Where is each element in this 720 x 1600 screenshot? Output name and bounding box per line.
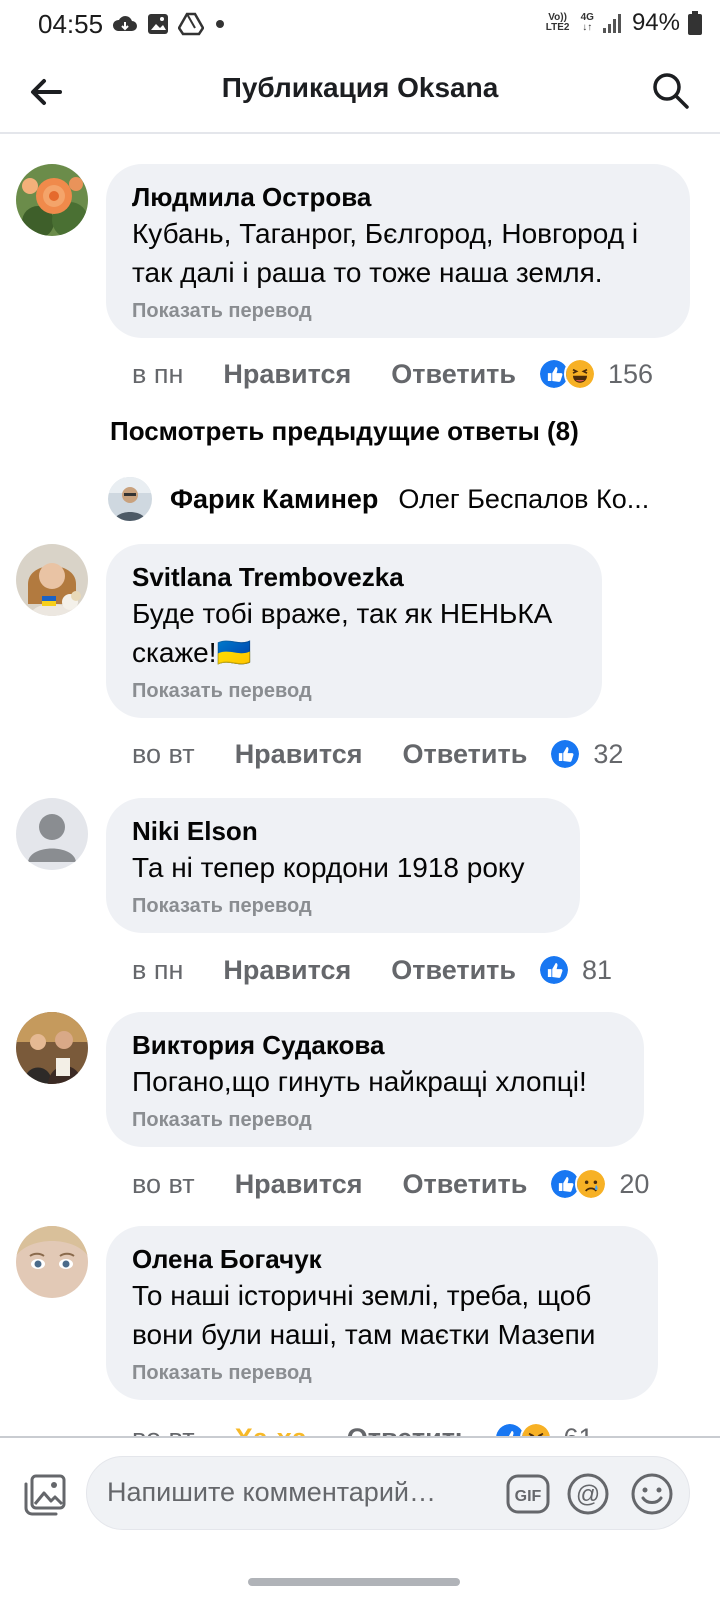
show-translation-link[interactable]: Показать перевод — [132, 678, 576, 704]
notification-icons — [112, 12, 228, 36]
comment-actions: в пн Нравится Ответить 156 — [132, 354, 653, 394]
avatar[interactable] — [108, 477, 152, 521]
cloud-icon — [112, 16, 137, 31]
volte-label: Vo)) LTE2 — [545, 12, 570, 33]
comment-text: Погано,що гинуть найкращі хлопці! — [132, 1066, 587, 1097]
avatar[interactable] — [16, 1012, 88, 1084]
comment-input-placeholder: Напишите комментарий… — [107, 1477, 436, 1507]
comment-time: во вт — [132, 1423, 195, 1437]
status-right: Vo)) LTE2 4G ↓↑ 94% — [543, 9, 702, 37]
drive-icon — [178, 12, 204, 36]
reactions-summary[interactable] — [538, 358, 597, 390]
gif-icon: GIF — [506, 1474, 550, 1514]
network-indicator: 4G ↓↑ — [581, 13, 594, 33]
reactions-summary[interactable] — [493, 1422, 552, 1436]
comment-actions: во вт Нравится Ответить 32 — [132, 734, 623, 774]
battery-icon — [688, 11, 702, 35]
reaction-count[interactable]: 32 — [593, 739, 623, 770]
data-arrows-icon: ↓↑ — [582, 22, 593, 33]
reaction-count[interactable]: 61 — [564, 1423, 594, 1437]
comment-input[interactable]: Напишите комментарий… GIF @ — [86, 1456, 690, 1530]
show-translation-link[interactable]: Показать перевод — [132, 298, 664, 324]
gif-label: GIF — [515, 1488, 542, 1505]
like-reaction-icon — [538, 954, 571, 986]
comment-bubble[interactable]: Людмила Острова Кубань, Таганрог, Бєлгор… — [106, 164, 690, 338]
comment-text: То наші історичні землі, треба, щоб вони… — [132, 1280, 596, 1350]
show-translation-link[interactable]: Показать перевод — [132, 1107, 618, 1133]
search-button[interactable] — [648, 68, 692, 112]
reply-button[interactable]: Ответить — [403, 1169, 528, 1200]
gif-button[interactable]: GIF — [505, 1471, 551, 1517]
status-bar: 04:55 Vo)) LTE2 4G ↓↑ 94% — [0, 0, 720, 50]
comment-time: в пн — [132, 954, 184, 985]
partial-reaction-icon — [110, 136, 150, 142]
battery-percent: 94% — [631, 9, 680, 36]
avatar[interactable] — [16, 1226, 88, 1298]
reply-button[interactable]: Ответить — [391, 955, 516, 986]
comments-feed[interactable]: Людмила Острова Кубань, Таганрог, Бєлгор… — [0, 136, 720, 1436]
comment-author[interactable]: Svitlana Trembovezka — [132, 560, 576, 594]
sad-reaction-icon — [575, 1168, 608, 1200]
like-button[interactable]: Нравится — [235, 739, 363, 770]
reply-preview[interactable]: Фарик Каминер Олег Беспалов Ко... — [108, 476, 708, 522]
at-label: @ — [576, 1481, 600, 1508]
comment-actions: во вт Ха-ха Ответить 61 — [132, 1418, 594, 1436]
add-photo-button[interactable] — [22, 1468, 72, 1518]
comment-time: в пн — [132, 358, 184, 389]
haha-button[interactable]: Ха-ха — [235, 1423, 307, 1437]
reply-button[interactable]: Ответить — [391, 359, 516, 390]
comment-author[interactable]: Niki Elson — [132, 814, 554, 848]
comment-text: Буде тобі враже, так як НЕНЬКА скаже!🇺🇦 — [132, 598, 553, 668]
top-app-bar: Публикация Oksana — [0, 50, 720, 134]
comment-bubble[interactable]: Svitlana Trembovezka Буде тобі враже, та… — [106, 544, 602, 718]
mention-button[interactable]: @ — [565, 1471, 611, 1517]
comment-composer: Напишите комментарий… GIF @ — [0, 1436, 720, 1546]
comment-time: во вт — [132, 1168, 195, 1199]
comment-bubble[interactable]: Виктория Судакова Погано,що гинуть найкр… — [106, 1012, 644, 1147]
reaction-count[interactable]: 156 — [608, 359, 653, 390]
view-previous-replies-link[interactable]: Посмотреть предыдущие ответы (8) — [110, 416, 579, 447]
show-translation-link[interactable]: Показать перевод — [132, 1360, 632, 1386]
home-indicator[interactable] — [248, 1578, 460, 1586]
show-translation-link[interactable]: Показать перевод — [132, 893, 554, 919]
comment-actions: в пн Нравится Ответить 81 — [132, 950, 612, 990]
at-icon: @ — [567, 1473, 609, 1515]
avatar[interactable] — [16, 798, 88, 870]
comment-author[interactable]: Людмила Острова — [132, 180, 664, 214]
photo-icon — [24, 1474, 66, 1516]
avatar[interactable] — [16, 164, 88, 236]
reactions-summary[interactable] — [549, 738, 582, 770]
reply-button[interactable]: Ответить — [403, 739, 528, 770]
comment-author[interactable]: Виктория Судакова — [132, 1028, 618, 1062]
comment-text: Та ні тепер кордони 1918 року — [132, 852, 525, 883]
emoji-button[interactable] — [629, 1471, 675, 1517]
comment-text: Кубань, Таганрог, Бєлгород, Новгород і т… — [132, 218, 639, 288]
dot-icon — [216, 20, 224, 28]
reaction-count[interactable]: 81 — [582, 955, 612, 986]
comment-author[interactable]: Олена Богачук — [132, 1242, 632, 1276]
reaction-count[interactable]: 20 — [619, 1169, 649, 1200]
avatar[interactable] — [16, 544, 88, 616]
like-reaction-icon — [549, 738, 582, 770]
comment-actions: во вт Нравится Ответить 20 — [132, 1164, 649, 1204]
comment-bubble[interactable]: Олена Богачук То наші історичні землі, т… — [106, 1226, 658, 1400]
reactions-summary[interactable] — [549, 1168, 608, 1200]
haha-reaction-icon — [519, 1422, 552, 1436]
comment-time: во вт — [132, 738, 195, 769]
reactions-summary[interactable] — [538, 954, 571, 986]
image-icon — [148, 14, 168, 34]
signal-icon — [602, 14, 621, 33]
reply-author[interactable]: Фарик Каминер — [170, 484, 378, 515]
smiley-icon — [631, 1473, 673, 1515]
reply-snippet: Олег Беспалов Ко... — [398, 483, 650, 514]
reply-button[interactable]: Ответить — [347, 1423, 472, 1437]
like-button[interactable]: Нравится — [223, 359, 351, 390]
like-button[interactable]: Нравится — [223, 955, 351, 986]
comment-bubble[interactable]: Niki Elson Та ні тепер кордони 1918 року… — [106, 798, 580, 933]
status-time: 04:55 — [38, 9, 104, 39]
haha-reaction-icon — [564, 358, 597, 390]
page-title: Публикация Oksana — [221, 72, 499, 103]
like-button[interactable]: Нравится — [235, 1169, 363, 1200]
search-icon — [653, 73, 689, 109]
